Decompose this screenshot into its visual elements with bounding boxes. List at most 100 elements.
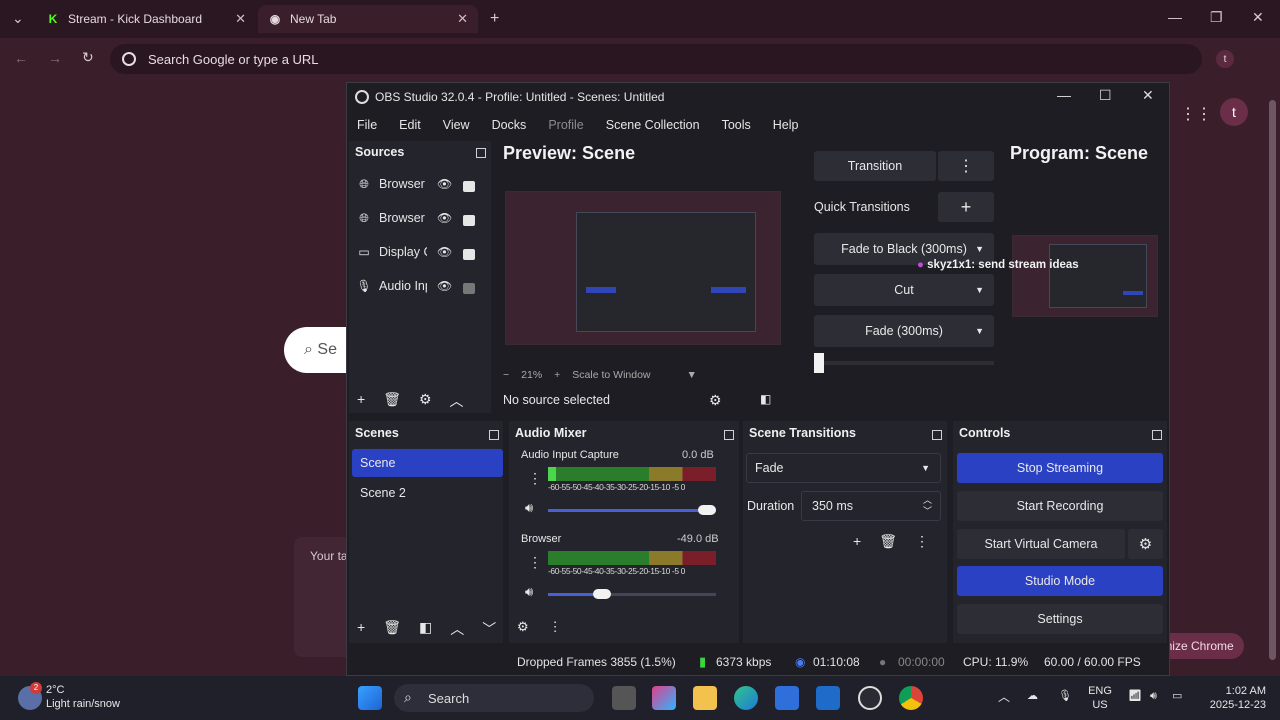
show-hidden-icons[interactable]: ︿ — [998, 690, 1010, 704]
lock-icon[interactable] — [463, 214, 475, 226]
close-icon[interactable]: ✕ — [235, 11, 246, 27]
dock-float-icon[interactable] — [1152, 430, 1162, 440]
tbar-handle[interactable] — [814, 353, 824, 373]
scene-filters-icon[interactable]: ◧ — [419, 619, 432, 639]
minimize-icon[interactable]: — — [1057, 87, 1071, 103]
tbar-track[interactable] — [814, 361, 994, 365]
volume-slider-handle[interactable] — [593, 589, 611, 599]
chevron-down-icon[interactable]: ▼ — [687, 369, 697, 381]
dock-float-icon[interactable] — [489, 430, 499, 440]
battery-icon[interactable]: ▭ — [1172, 689, 1182, 703]
menu-edit[interactable]: Edit — [399, 118, 421, 132]
zoom-in-icon[interactable]: + — [554, 369, 560, 381]
task-view-icon[interactable] — [612, 686, 636, 710]
virtual-camera-settings-icon[interactable]: ⚙︎ — [1128, 529, 1163, 559]
close-icon[interactable]: ✕ — [457, 11, 468, 27]
maximize-icon[interactable]: ☐ — [1099, 87, 1112, 104]
add-source-icon[interactable]: + — [357, 391, 365, 411]
microphone-icon[interactable]: 🎙︎ — [1058, 689, 1072, 703]
omnibox[interactable]: Search Google or type a URL — [110, 44, 1202, 74]
source-properties-icon[interactable]: ⚙︎ — [709, 392, 722, 409]
add-quick-transition-icon[interactable]: + — [938, 192, 994, 222]
clock[interactable]: 1:02 AM 2025-12-23 — [1200, 684, 1266, 712]
taskbar-search[interactable]: ⌕ Search — [394, 684, 594, 712]
preview-canvas[interactable] — [505, 191, 781, 345]
menu-profile[interactable]: Profile — [548, 118, 583, 132]
obs-taskbar-icon[interactable] — [858, 686, 882, 710]
move-up-icon[interactable]: ︿ — [450, 619, 464, 639]
transition-select[interactable]: Fade ▼ — [746, 453, 941, 483]
close-window-icon[interactable]: ✕ — [1252, 9, 1264, 26]
lock-icon[interactable] — [463, 248, 475, 260]
file-explorer-icon[interactable] — [693, 686, 717, 710]
settings-button[interactable]: Settings — [957, 604, 1163, 634]
dock-float-icon[interactable] — [932, 430, 942, 440]
eye-icon[interactable]: 👁︎ — [437, 177, 455, 191]
start-recording-button[interactable]: Start Recording — [957, 491, 1163, 521]
outlook-icon[interactable] — [816, 686, 840, 710]
page-scrollbar[interactable] — [1266, 84, 1280, 674]
apps-grid-icon[interactable]: ⋮⋮ — [1180, 104, 1212, 123]
quick-transition-fade[interactable]: Fade (300ms) ▼ — [814, 315, 994, 347]
more-options-icon[interactable]: ⋮ — [528, 470, 542, 487]
source-item[interactable]: 🌐︎ Browser 👁︎ — [357, 203, 487, 233]
scale-mode[interactable]: Scale to Window — [572, 369, 650, 381]
more-options-icon[interactable]: ⋮ — [528, 554, 542, 571]
more-options-icon[interactable]: ⋮ — [915, 533, 929, 550]
menu-help[interactable]: Help — [773, 118, 799, 132]
menu-scene-collection[interactable]: Scene Collection — [606, 118, 700, 132]
onedrive-icon[interactable]: ☁︎ — [1027, 689, 1038, 703]
start-virtual-camera-button[interactable]: Start Virtual Camera — [957, 529, 1125, 559]
studio-mode-button[interactable]: Studio Mode — [957, 566, 1163, 596]
unlock-icon[interactable] — [463, 282, 475, 294]
remove-scene-icon[interactable]: 🗑︎ — [383, 619, 401, 639]
eye-icon[interactable]: 👁︎ — [437, 245, 455, 259]
scene-item-scene-2[interactable]: Scene 2 — [352, 479, 503, 507]
maximize-icon[interactable]: ❐ — [1210, 9, 1223, 26]
source-item[interactable]: ▭ Display Capture 👁︎ — [357, 237, 487, 267]
tab-search-icon[interactable]: ⌄ — [12, 10, 24, 27]
back-icon[interactable]: ← — [14, 50, 28, 66]
tab-new-tab[interactable]: ◉ New Tab ✕ — [258, 5, 478, 33]
source-item[interactable]: 🎙︎ Audio Input Capture 👁︎ — [356, 271, 487, 301]
close-icon[interactable]: ✕ — [1142, 87, 1154, 104]
new-tab-icon[interactable]: + — [490, 10, 499, 28]
edge-icon[interactable] — [734, 686, 758, 710]
chrome-taskbar-icon[interactable] — [899, 686, 923, 710]
duration-spinbox[interactable]: 350 ms ︿ ﹀ — [801, 491, 941, 521]
source-properties-icon[interactable]: ⚙︎ — [419, 391, 432, 411]
menu-docks[interactable]: Docks — [492, 118, 527, 132]
source-filters-icon[interactable]: ◧ — [760, 392, 771, 406]
add-transition-icon[interactable]: + — [853, 533, 861, 550]
volume-slider-handle[interactable] — [698, 505, 716, 515]
transition-button[interactable]: Transition — [814, 151, 936, 181]
move-up-icon[interactable]: ︿ — [450, 391, 464, 411]
menu-tools[interactable]: Tools — [722, 118, 751, 132]
volume-icon[interactable]: 🔊︎ — [1150, 689, 1157, 703]
copilot-icon[interactable] — [652, 686, 676, 710]
wifi-icon[interactable]: 📶︎ — [1128, 689, 1142, 703]
start-windows-icon[interactable] — [358, 686, 382, 710]
speaker-icon[interactable]: 🔊︎ — [525, 584, 533, 600]
menu-view[interactable]: View — [443, 118, 470, 132]
more-options-icon[interactable]: ⋮ — [549, 619, 562, 635]
eye-icon[interactable]: 👁︎ — [437, 211, 455, 225]
source-item[interactable]: 🌐︎ Browser 👁︎ — [357, 169, 487, 199]
speaker-icon[interactable]: 🔊︎ — [525, 500, 533, 516]
zoom-out-icon[interactable]: − — [503, 369, 509, 381]
remove-transition-icon[interactable]: 🗑︎ — [879, 533, 897, 550]
lock-icon[interactable] — [463, 180, 475, 192]
tab-kick-dashboard[interactable]: K Stream - Kick Dashboard ✕ — [36, 5, 256, 33]
profile-avatar[interactable]: t — [1216, 50, 1234, 68]
account-avatar[interactable]: t — [1220, 98, 1248, 126]
stop-streaming-button[interactable]: Stop Streaming — [957, 453, 1163, 483]
dock-float-icon[interactable] — [476, 148, 486, 158]
dock-float-icon[interactable] — [724, 430, 734, 440]
move-down-icon[interactable]: ﹀ — [482, 619, 496, 639]
store-icon[interactable] — [775, 686, 799, 710]
eye-icon[interactable]: 👁︎ — [437, 279, 455, 293]
add-scene-icon[interactable]: + — [357, 619, 365, 639]
advanced-audio-icon[interactable]: ⚙︎ — [517, 619, 529, 635]
quick-transition-cut[interactable]: Cut ▼ — [814, 274, 994, 306]
forward-icon[interactable]: → — [48, 50, 62, 66]
